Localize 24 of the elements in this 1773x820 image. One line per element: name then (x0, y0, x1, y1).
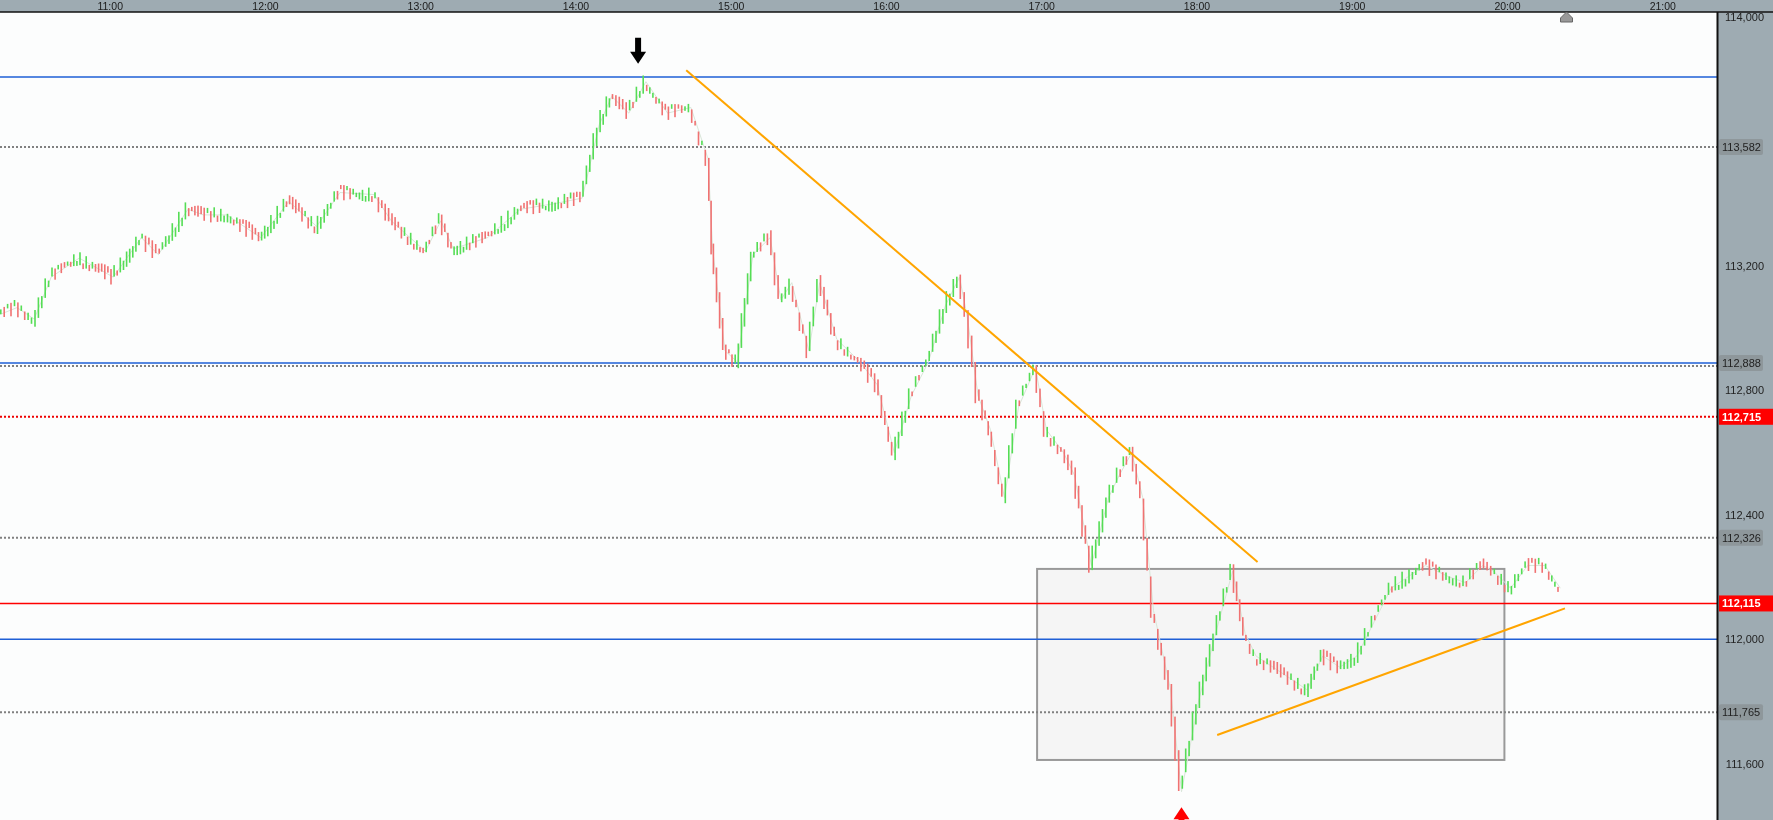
down-arrow-icon (630, 37, 647, 64)
ref-line-label: 112,115 (1722, 597, 1761, 610)
price-tick-label: 112,800 (1725, 384, 1764, 397)
time-tick-label: 12:00 (252, 0, 279, 12)
time-tick-label: 20:00 (1494, 0, 1521, 12)
price-tick-label: 112,000 (1725, 633, 1764, 646)
time-tick-label: 21:00 (1649, 0, 1676, 12)
time-tick-label: 15:00 (718, 0, 745, 12)
time-tick-label: 11:00 (97, 0, 123, 12)
price-marker-label: 112,115 (1719, 595, 1773, 612)
price-marker-label: 111,765 (1719, 704, 1763, 721)
time-tick-label: 17:00 (1028, 0, 1055, 12)
ref-line-label: 112,715 (1722, 410, 1762, 423)
price-tick-label: 114,000 (1725, 11, 1764, 23)
time-tick-label: 18:00 (1183, 0, 1211, 12)
time-tick-label: 14:00 (562, 0, 590, 12)
price-tick-label: 113,200 (1725, 259, 1764, 272)
price-tick-label: 111,600 (1725, 757, 1764, 770)
price-marker-label: 113,582 (1719, 139, 1763, 156)
up-arrow-icon (1173, 807, 1190, 820)
price-tick-label: 112,400 (1725, 508, 1764, 521)
time-tick-label: 19:00 (1339, 0, 1366, 12)
time-tick-label: 16:00 (873, 0, 900, 12)
time-tick-label: 13:00 (407, 0, 434, 12)
